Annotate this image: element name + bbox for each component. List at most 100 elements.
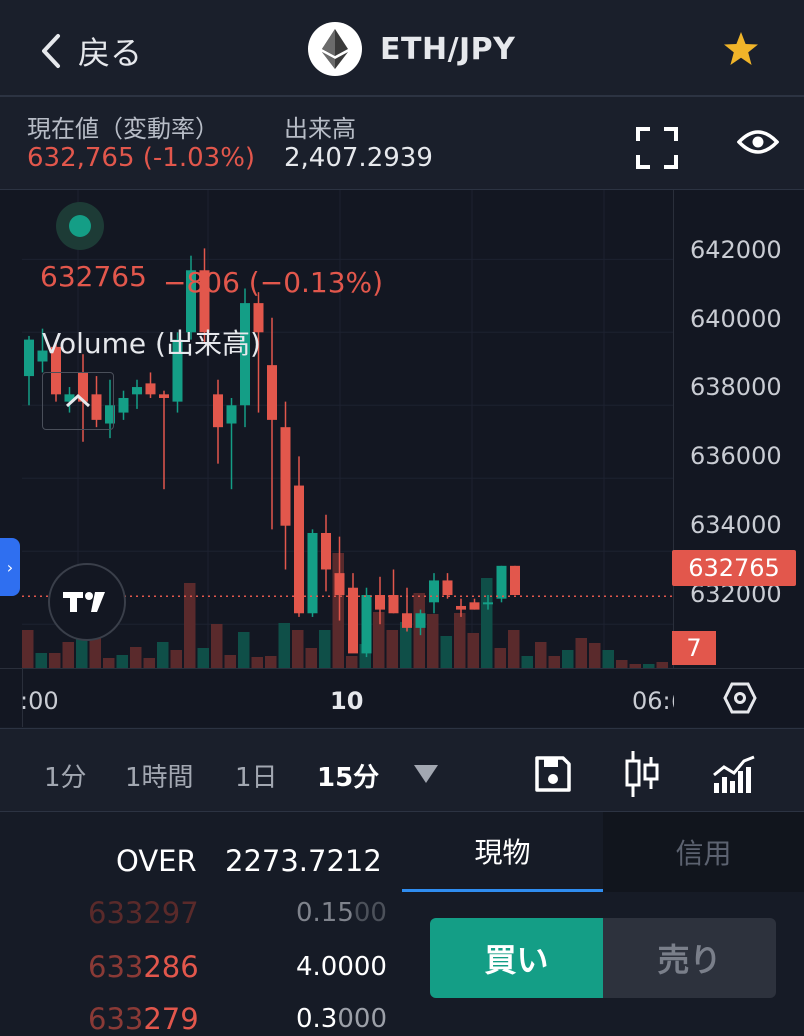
volume-bar (116, 655, 128, 668)
chart-toolbar: 1分 1時間 1日 15分 (0, 728, 804, 812)
candle-body (132, 387, 142, 395)
candle-body (118, 397, 129, 413)
volume-bar (35, 653, 47, 668)
candle-body (280, 427, 291, 526)
volume-bar (508, 630, 520, 668)
volume-bar (521, 656, 533, 668)
volume-bar (197, 648, 209, 668)
time-label: 10 (330, 687, 364, 715)
sell-button[interactable]: 売り (603, 918, 776, 998)
time-axis[interactable]: :00 10 06:( (0, 668, 804, 727)
candle-body (483, 602, 493, 605)
back-label: 戻る (78, 34, 143, 72)
interval-15m-active[interactable]: 15分 (317, 757, 379, 794)
candle-body (294, 485, 304, 614)
pair-title: ETH/JPY (308, 22, 515, 76)
back-button[interactable]: 戻る (38, 28, 142, 74)
current-price-tag: 632765 (672, 550, 796, 586)
ask-size: 0.3000 (296, 1004, 387, 1034)
live-indicator (56, 202, 104, 250)
fullscreen-icon[interactable] (636, 127, 678, 169)
volume-bar (319, 630, 331, 668)
volume-bar (616, 660, 628, 668)
chevron-up-icon (65, 393, 91, 408)
candlestick-icon[interactable] (624, 751, 660, 797)
pair-name: ETH/JPY (380, 31, 516, 67)
side-panel-handle[interactable]: › (0, 538, 20, 596)
candle-body (334, 573, 345, 596)
eye-icon[interactable] (737, 127, 779, 157)
candle-body (402, 613, 412, 628)
candle-body (24, 339, 34, 377)
candle-body (388, 595, 399, 614)
star-icon[interactable] (722, 30, 760, 68)
volume-bar (373, 612, 385, 668)
volume-bar (224, 655, 236, 668)
buy-button[interactable]: 買い (430, 918, 603, 998)
volume-bar (494, 648, 506, 668)
candle-body (456, 605, 466, 610)
order-book: OVER 2273.7212 633297 0.1500 633286 4.00… (0, 812, 402, 1036)
buy-sell-toggle: 買い 売り (430, 918, 776, 998)
interval-1d[interactable]: 1日 (235, 757, 278, 794)
price-tick: 636000 (690, 442, 782, 470)
volume-tag: 7 (672, 631, 716, 665)
chevron-left-icon (42, 34, 60, 68)
volume-bar (602, 650, 614, 668)
chart-left-gutter (0, 190, 22, 668)
volume-bar (400, 622, 412, 668)
candle-body (375, 595, 385, 610)
ask-price[interactable]: 633297 (88, 896, 199, 930)
ask-price[interactable]: 633286 (88, 950, 199, 984)
volume-bar (440, 636, 452, 668)
triangle-down-icon[interactable] (414, 765, 438, 783)
tab-spot[interactable]: 現物 (402, 812, 603, 892)
volume-legend: Volume (出来高) (42, 327, 261, 360)
price-axis[interactable]: 642000 640000 638000 636000 634000 63200… (674, 190, 804, 668)
ask-size: 0.1500 (296, 898, 387, 928)
header: 戻る ETH/JPY (0, 0, 804, 96)
hexagon-settings-icon[interactable] (723, 682, 757, 714)
volume-bar (427, 614, 439, 668)
volume-bar (535, 642, 547, 668)
candle-body (159, 394, 169, 398)
candle-body (361, 595, 372, 654)
trade-tabs: 現物 信用 (402, 812, 804, 892)
volume-label: 出来高 (284, 115, 356, 143)
volume-bar (103, 658, 115, 668)
save-icon[interactable] (534, 755, 572, 793)
interval-1h[interactable]: 1時間 (125, 757, 194, 794)
candle-body (429, 580, 439, 603)
indicator-chart-icon[interactable] (712, 755, 756, 793)
tradingview-icon (63, 592, 105, 612)
volume-bar (157, 642, 169, 668)
tab-margin[interactable]: 信用 (603, 812, 804, 892)
candle-body (226, 405, 237, 424)
candle-body (213, 394, 223, 428)
volume-bar (292, 630, 304, 668)
volume-bar (548, 656, 560, 668)
ask-price[interactable]: 633279 (88, 1002, 199, 1036)
ask-size: 4.0000 (296, 952, 387, 982)
volume-bar (386, 630, 398, 668)
collapse-legend-button[interactable] (42, 372, 114, 430)
price-tick: 634000 (690, 511, 782, 539)
volume-bar (211, 624, 223, 668)
candle-body (415, 613, 426, 628)
volume-bar (278, 623, 290, 668)
tradingview-logo[interactable] (48, 563, 126, 641)
volume-bar (170, 650, 182, 668)
volume-bar (62, 642, 74, 668)
interval-1m[interactable]: 1分 (44, 757, 87, 794)
time-label: :00 (20, 687, 59, 715)
volume-bar (413, 593, 425, 668)
candle-body (348, 587, 358, 654)
candle-body (442, 580, 453, 596)
candle-body (145, 383, 156, 395)
price-info-bar: 現在値（変動率） 632,765 (-1.03%) 出来高 2,407.2939 (0, 97, 804, 189)
volume-value: 2,407.2939 (284, 143, 433, 173)
candle-body (496, 565, 507, 599)
volume-bar (265, 656, 277, 668)
price-tick: 638000 (690, 373, 782, 401)
price-chart[interactable]: 632765 −806 (−0.13%) Volume (出来高) (22, 190, 674, 668)
